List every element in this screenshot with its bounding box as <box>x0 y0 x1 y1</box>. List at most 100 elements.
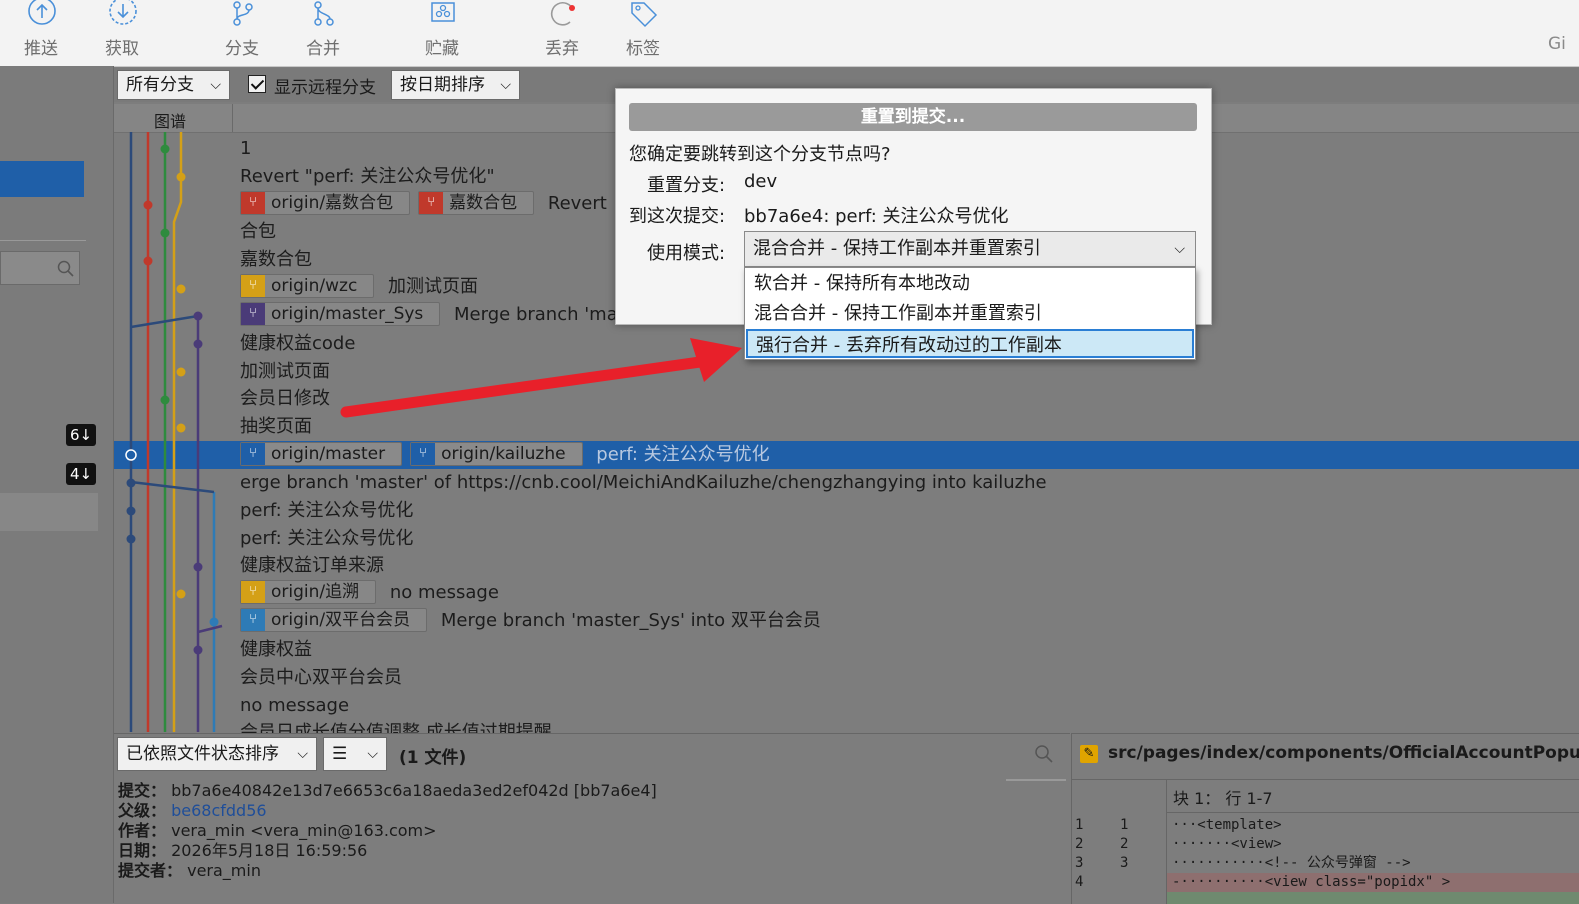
diff-line: ···········<!-- 公众号弹窗 --> <box>1172 855 1411 871</box>
branch-tag[interactable]: ⑂ origin/双平台会员 <box>240 608 428 632</box>
branch-tag-label: origin/追溯 <box>271 582 360 602</box>
sort-value: 按日期排序 <box>400 75 485 95</box>
commit-row[interactable]: Revert "perf: 关注公众号优化" <box>240 163 495 191</box>
reset-mode-option-mixed[interactable]: 混合合并 - 保持工作副本并重置索引 <box>746 299 1194 328</box>
commit-row[interactable]: 抽奖页面 <box>240 413 312 441</box>
sidebar-item-highlight[interactable] <box>0 493 98 531</box>
branch-tag[interactable]: ⑂ origin/wzc <box>240 274 375 298</box>
branch-tag[interactable]: ⑂ 嘉数合包 <box>418 191 535 215</box>
list-icon: ☰ <box>332 744 348 764</box>
branch-icon: ⑂ <box>241 303 265 325</box>
commit-message: no message <box>240 695 350 716</box>
sidebar-search-input[interactable] <box>0 251 80 285</box>
target-commit-label: 到这次提交: <box>629 206 726 227</box>
tag-label: 标签 <box>626 39 660 59</box>
branch-tag[interactable]: ⑂ origin/追溯 <box>240 580 377 604</box>
merge-icon <box>314 1 334 26</box>
commit-row[interactable]: 嘉数合包 <box>240 246 312 274</box>
branch-tag[interactable]: ⑂ origin/嘉数合包 <box>240 191 411 215</box>
new-line-number: 1 <box>1120 817 1129 833</box>
chevron-down-icon: ⌵ <box>297 746 308 762</box>
stash-button[interactable]: 贮藏 <box>407 0 477 62</box>
tag-icon <box>631 2 658 28</box>
mode-label: 使用模式: <box>647 243 726 264</box>
commit-message: 合包 <box>240 221 276 242</box>
branch-tag[interactable]: ⑂ origin/master_Sys <box>240 302 441 326</box>
fetch-button[interactable]: 获取 <box>87 0 157 62</box>
added-line-highlight <box>1167 892 1579 904</box>
dialog-title: 重置到提交... <box>629 103 1197 131</box>
branch-tag[interactable]: ⑂ origin/master <box>240 442 403 466</box>
commit-row[interactable]: ⑂ origin/嘉数合包 ⑂ 嘉数合包 Revert <box>240 190 607 218</box>
commit-row[interactable]: 健康权益订单来源 <box>240 552 384 580</box>
new-line-number: 3 <box>1120 855 1129 871</box>
diff-file-path[interactable]: src/pages/index/components/OfficialAccou… <box>1108 743 1579 763</box>
commit-message: 嘉数合包 <box>240 249 312 270</box>
discard-button[interactable]: 丢弃 <box>527 0 597 62</box>
commit-message: 会员日成长值分值调整 成长值过期提醒 <box>240 722 552 733</box>
file-count: (1 文件) <box>399 748 467 768</box>
commit-row[interactable]: 1 <box>240 135 251 163</box>
commit-row[interactable]: 健康权益code <box>240 330 355 358</box>
commit-row[interactable]: ⑂ origin/wzc 加测试页面 <box>240 273 478 301</box>
commit-row[interactable]: perf: 关注公众号优化 <box>240 497 413 525</box>
show-remote-checkbox[interactable] <box>248 75 266 93</box>
merge-button[interactable]: 合并 <box>288 0 358 62</box>
branch-icon: ⑂ <box>411 443 436 465</box>
branch-icon: ⑂ <box>241 275 265 297</box>
commit-row[interactable]: 会员中心双平台会员 <box>240 664 402 692</box>
sort-select[interactable]: 按日期排序 ⌵ <box>391 70 520 100</box>
file-sort-select[interactable]: 已依照文件状态排序 ⌵ <box>117 737 317 771</box>
commit-graph <box>125 132 223 732</box>
search-icon <box>57 260 74 277</box>
reset-mode-dropdown: 软合并 - 保持所有本地改动 混合合并 - 保持工作副本并重置索引 强行合并 -… <box>744 267 1196 360</box>
commit-message: perf: 关注公众号优化 <box>240 528 414 549</box>
pane-divider <box>1072 779 1579 780</box>
date-label: 日期： <box>118 841 167 860</box>
old-line-number: 3 <box>1075 855 1084 871</box>
search-icon[interactable] <box>1034 744 1054 764</box>
view-mode-select[interactable]: ☰ ⌵ <box>323 737 387 771</box>
branch-button[interactable]: 分支 <box>207 0 277 62</box>
behind-badge-2: 4↓ <box>66 463 96 485</box>
commit-row[interactable]: erge branch 'master' of https://cnb.cool… <box>240 469 1047 497</box>
commit-row[interactable]: ⑂ origin/master_Sys Merge branch 'mast <box>240 301 634 329</box>
branch-icon <box>233 1 253 26</box>
commit-row[interactable]: no message <box>240 692 349 720</box>
sidebar-selected-item[interactable] <box>0 161 84 197</box>
parent-hash-link[interactable]: be68cfdd56 <box>171 801 266 820</box>
commit-row[interactable]: 加测试页面 <box>240 358 330 386</box>
fetch-icon <box>109 0 137 25</box>
branch-tag-label: origin/kailuzhe <box>441 444 566 464</box>
graph-column-header: 图谱 <box>154 112 187 131</box>
hunk-header: 块 1： 行 1-7 <box>1173 789 1273 808</box>
branch-tag[interactable]: ⑂ origin/kailuzhe <box>410 442 583 466</box>
reset-branch-label: 重置分支: <box>647 175 726 196</box>
branch-filter-select[interactable]: 所有分支 ⌵ <box>117 70 230 100</box>
commit-row[interactable]: perf: 关注公众号优化 <box>240 525 413 553</box>
commit-row[interactable]: 会员日修改 <box>240 385 330 413</box>
commit-row[interactable]: ⑂ origin/双平台会员 Merge branch 'master_Sys' … <box>240 607 821 635</box>
commit-message: 加测试页面 <box>388 276 479 297</box>
committer-value: vera_min <box>187 861 261 880</box>
behind-badge-1: 6↓ <box>66 424 96 446</box>
push-button[interactable]: 推送 <box>6 0 76 62</box>
reset-mode-option-soft[interactable]: 软合并 - 保持所有本地改动 <box>746 269 1194 298</box>
sidebar-divider <box>0 240 86 241</box>
stash-icon <box>431 2 455 22</box>
chevron-down-icon: ⌵ <box>1174 241 1185 257</box>
branch-icon: ⑂ <box>241 581 265 603</box>
commit-row-selected[interactable]: ⑂ origin/master ⑂ origin/kailuzhe perf: 关注公… <box>240 441 770 469</box>
commit-message: 健康权益 <box>240 639 312 660</box>
reset-mode-option-hard[interactable]: 强行合并 - 丢弃所有改动过的工作副本 <box>746 329 1194 358</box>
commit-message: perf: 关注公众号优化 <box>240 500 414 521</box>
reset-mode-select[interactable]: 混合合并 - 保持工作副本并重置索引 ⌵ <box>744 231 1196 267</box>
commit-row[interactable]: ⑂ origin/追溯 no message <box>240 579 499 607</box>
tag-button[interactable]: 标签 <box>608 0 678 62</box>
commit-row[interactable]: 健康权益 <box>240 636 312 664</box>
reset-branch-value: dev <box>744 171 778 192</box>
diff-line-removed: -··········<view class="popidx" > <box>1172 874 1451 890</box>
commit-row[interactable]: 合包 <box>240 218 276 246</box>
pane-divider <box>1006 779 1066 781</box>
commit-row[interactable]: 会员日成长值分值调整 成长值过期提醒 <box>240 719 552 733</box>
